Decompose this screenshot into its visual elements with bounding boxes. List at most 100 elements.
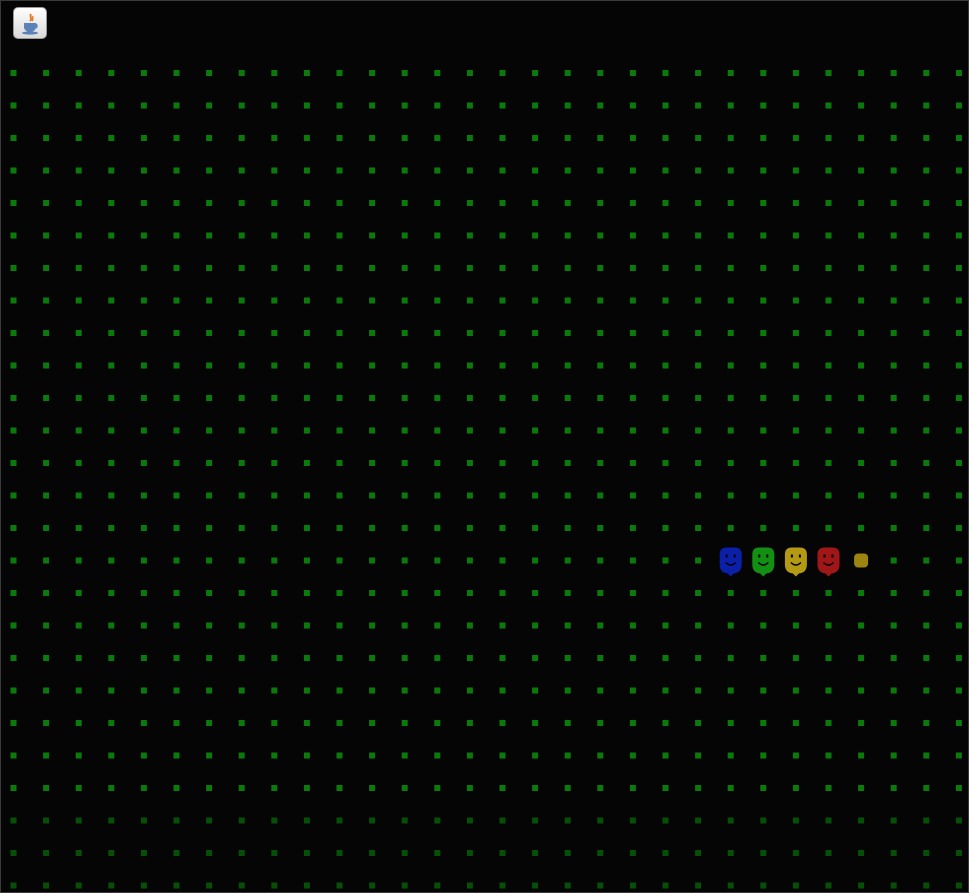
pellet-dot (923, 622, 930, 629)
pellet-dot (43, 817, 50, 824)
pellet-dot (499, 687, 506, 694)
pellet-dot (955, 850, 962, 856)
pellet-dot (695, 395, 702, 401)
pellet-dot (695, 102, 702, 109)
pellet-dot (75, 882, 82, 889)
pellet-dot (10, 492, 17, 499)
pellet-dot (369, 167, 376, 174)
pellet-dot (140, 265, 147, 271)
pellet-dot (858, 395, 865, 401)
pellet-dot (401, 102, 408, 109)
pellet-dot (955, 232, 962, 239)
pellet-dot (336, 167, 343, 174)
pellet-dot (499, 167, 506, 174)
pellet-dot (303, 395, 310, 401)
pellet-dot (955, 362, 962, 369)
pellet-dot (173, 265, 180, 271)
pellet-dot (564, 525, 571, 531)
pellet-dot (238, 817, 245, 824)
pellet-dot (499, 817, 506, 824)
pellet-dot (499, 720, 506, 726)
pellet-dot (695, 655, 702, 661)
pellet-dot (238, 395, 245, 401)
pellet-dot (825, 395, 832, 401)
pellet-dot (466, 330, 473, 336)
pellet-dot (434, 752, 441, 759)
pellet-dot (238, 70, 245, 76)
pellet-dot (695, 297, 702, 304)
pellet-dot (401, 850, 408, 856)
pellet-dot (173, 70, 180, 76)
pellet-dot (238, 687, 245, 694)
pellet-dot (564, 590, 571, 596)
pellet-dot (597, 882, 604, 889)
pellet-dot (108, 687, 115, 694)
pellet-dot (727, 817, 734, 824)
pellet-dot (369, 427, 376, 434)
pellet-dot (858, 362, 865, 369)
pellet-dot (238, 362, 245, 369)
pellet-dot (434, 395, 441, 401)
pellet-dot (695, 232, 702, 239)
pellet-dot (727, 200, 734, 206)
pellet-dot (108, 785, 115, 791)
pellet-dot (727, 330, 734, 336)
pellet-dot (532, 655, 539, 661)
pellet-dot (792, 525, 799, 531)
pellet-dot (43, 785, 50, 791)
pellet-dot (662, 687, 669, 694)
pellet-dot (792, 395, 799, 401)
game-board (10, 70, 962, 889)
pellet-dot (336, 882, 343, 889)
pellet-dot (369, 622, 376, 629)
pellet-dot (629, 687, 636, 694)
pellet-dot (825, 752, 832, 759)
pellet-dot (336, 297, 343, 304)
pellet-dot (597, 492, 604, 499)
pellet-dot (10, 102, 17, 109)
pellet-dot (271, 167, 278, 174)
pellet-dot (238, 622, 245, 629)
pellet-dot (206, 850, 213, 856)
pellet-dot (499, 395, 506, 401)
pellet-dot (238, 135, 245, 141)
pellet-dot (597, 752, 604, 759)
pellet-dot (662, 102, 669, 109)
pellet-dot (140, 720, 147, 726)
pellet-dot (629, 752, 636, 759)
pellet-dot (792, 427, 799, 434)
pellet-dot (75, 720, 82, 726)
pellet-dot (760, 135, 767, 141)
pellet-dot (336, 135, 343, 141)
pellet-dot (792, 330, 799, 336)
pellet-dot (206, 265, 213, 271)
pellet-dot (173, 200, 180, 206)
pellet-dot (564, 232, 571, 239)
pellet-dot (75, 590, 82, 596)
pellet-dot (369, 460, 376, 466)
pellet-dot (662, 557, 669, 564)
pellet-dot (825, 655, 832, 661)
pellet-dot (564, 362, 571, 369)
pellet-dot (466, 427, 473, 434)
pellet-dot (336, 460, 343, 466)
pellet-dot (792, 655, 799, 661)
pellet-dot (271, 297, 278, 304)
pellet-dot (499, 265, 506, 271)
pellet-dot (206, 622, 213, 629)
pellet-dot (434, 330, 441, 336)
pellet-dot (303, 557, 310, 564)
pellet-dot (532, 427, 539, 434)
pellet-dot (662, 167, 669, 174)
pellet-dot (955, 70, 962, 76)
pellet-dot (760, 265, 767, 271)
pellet-dot (401, 362, 408, 369)
pellet-dot (434, 297, 441, 304)
pellet-dot (75, 622, 82, 629)
pellet-dot (401, 785, 408, 791)
pellet-dot (597, 362, 604, 369)
pellet-dot (271, 70, 278, 76)
pellet-dot (662, 655, 669, 661)
pellet-dot (760, 752, 767, 759)
pellet-dot (890, 525, 897, 531)
